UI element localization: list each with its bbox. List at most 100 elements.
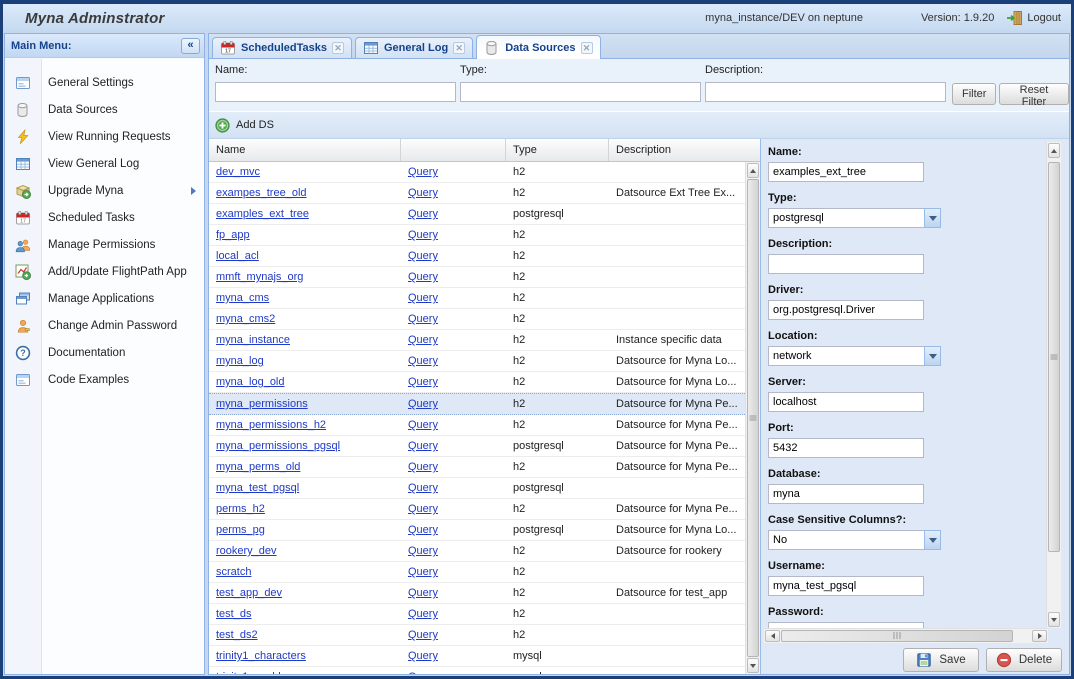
chevron-down-icon[interactable] bbox=[924, 208, 941, 228]
query-link[interactable]: Query bbox=[408, 566, 438, 578]
location-select[interactable] bbox=[768, 346, 941, 366]
datasource-name-link[interactable]: mmft_mynajs_org bbox=[216, 271, 303, 283]
table-row[interactable]: scratchQueryh2 bbox=[209, 562, 745, 583]
table-row[interactable]: fp_appQueryh2 bbox=[209, 225, 745, 246]
table-row[interactable]: myna_cms2Queryh2 bbox=[209, 309, 745, 330]
datasource-name-link[interactable]: perms_h2 bbox=[216, 503, 265, 515]
sidebar-item-code-examples[interactable]: Code Examples bbox=[5, 366, 204, 393]
query-link[interactable]: Query bbox=[408, 461, 438, 473]
query-link[interactable]: Query bbox=[408, 608, 438, 620]
table-row[interactable]: exampes_tree_oldQueryh2Datsource Ext Tre… bbox=[209, 183, 745, 204]
query-link[interactable]: Query bbox=[408, 376, 438, 388]
sidebar-item-view-general-log[interactable]: View General Log bbox=[5, 150, 204, 177]
sidebar-item-data-sources[interactable]: Data Sources bbox=[5, 96, 204, 123]
table-row[interactable]: myna_logQueryh2Datsource for Myna Lo... bbox=[209, 351, 745, 372]
datasource-name-link[interactable]: perms_pg bbox=[216, 524, 265, 536]
table-row[interactable]: myna_permissions_h2Queryh2Datsource for … bbox=[209, 415, 745, 436]
logout-button[interactable]: Logout bbox=[1027, 12, 1061, 24]
table-row[interactable]: perms_pgQuerypostgresqlDatsource for Myn… bbox=[209, 520, 745, 541]
scrollbar-thumb[interactable] bbox=[1048, 162, 1060, 552]
scroll-down-icon[interactable] bbox=[747, 658, 759, 673]
query-link[interactable]: Query bbox=[408, 166, 438, 178]
scrollbar-thumb[interactable] bbox=[747, 179, 759, 657]
datasource-name-link[interactable]: scratch bbox=[216, 566, 251, 578]
datasource-name-link[interactable]: examples_ext_tree bbox=[216, 208, 309, 220]
datasource-name-link[interactable]: local_acl bbox=[216, 250, 259, 262]
datasource-name-link[interactable]: myna_cms bbox=[216, 292, 269, 304]
datasource-name-link[interactable]: myna_permissions_h2 bbox=[216, 419, 326, 431]
save-button[interactable]: Save bbox=[903, 648, 979, 672]
query-link[interactable]: Query bbox=[408, 419, 438, 431]
delete-button[interactable]: Delete bbox=[986, 648, 1062, 672]
datasource-name-link[interactable]: myna_permissions_pgsql bbox=[216, 440, 340, 452]
query-link[interactable]: Query bbox=[408, 398, 438, 410]
name-field[interactable] bbox=[768, 162, 924, 182]
query-link[interactable]: Query bbox=[408, 524, 438, 536]
form-horizontal-scrollbar[interactable] bbox=[764, 628, 1048, 643]
table-row[interactable]: myna_cmsQueryh2 bbox=[209, 288, 745, 309]
datasource-name-link[interactable]: exampes_tree_old bbox=[216, 187, 307, 199]
username-field[interactable] bbox=[768, 576, 924, 596]
table-row[interactable]: myna_log_oldQueryh2Datsource for Myna Lo… bbox=[209, 372, 745, 393]
query-link[interactable]: Query bbox=[408, 271, 438, 283]
column-header-query[interactable] bbox=[401, 139, 506, 161]
grid-vertical-scrollbar[interactable] bbox=[745, 162, 760, 674]
table-row[interactable]: myna_instanceQueryh2Instance specific da… bbox=[209, 330, 745, 351]
database-field[interactable] bbox=[768, 484, 924, 504]
query-link[interactable]: Query bbox=[408, 334, 438, 346]
sidebar-item-change-admin-password[interactable]: Change Admin Password bbox=[5, 312, 204, 339]
close-icon[interactable]: ✕ bbox=[332, 42, 344, 54]
tab-scheduledtasks[interactable]: 17ScheduledTasks✕ bbox=[212, 37, 352, 58]
datasource-name-link[interactable]: trinity1_world bbox=[216, 671, 281, 674]
sidebar-item-documentation[interactable]: ?Documentation bbox=[5, 339, 204, 366]
type-select[interactable] bbox=[768, 208, 941, 228]
sidebar-item-manage-permissions[interactable]: Manage Permissions bbox=[5, 231, 204, 258]
table-row[interactable]: myna_permissions_pgsqlQuerypostgresqlDat… bbox=[209, 436, 745, 457]
sidebar-item-general-settings[interactable]: General Settings bbox=[5, 69, 204, 96]
query-link[interactable]: Query bbox=[408, 629, 438, 641]
column-header-description[interactable]: Description bbox=[609, 139, 760, 161]
datasource-name-link[interactable]: myna_perms_old bbox=[216, 461, 300, 473]
datasource-name-link[interactable]: test_app_dev bbox=[216, 587, 282, 599]
filter-type-input[interactable] bbox=[460, 82, 701, 102]
datasource-name-link[interactable]: test_ds bbox=[216, 608, 251, 620]
column-header-name[interactable]: Name bbox=[209, 139, 401, 161]
filter-button[interactable]: Filter bbox=[952, 83, 996, 105]
query-link[interactable]: Query bbox=[408, 208, 438, 220]
table-row[interactable]: test_dsQueryh2 bbox=[209, 604, 745, 625]
driver-field[interactable] bbox=[768, 300, 924, 320]
query-link[interactable]: Query bbox=[408, 440, 438, 452]
table-row[interactable]: myna_test_pgsqlQuerypostgresql bbox=[209, 478, 745, 499]
collapse-sidebar-button[interactable]: « bbox=[181, 38, 200, 54]
chevron-down-icon[interactable] bbox=[924, 530, 941, 550]
query-link[interactable]: Query bbox=[408, 229, 438, 241]
close-icon[interactable]: ✕ bbox=[453, 42, 465, 54]
query-link[interactable]: Query bbox=[408, 292, 438, 304]
table-row[interactable]: trinity1_worldQuerymysql bbox=[209, 667, 745, 674]
scroll-left-icon[interactable] bbox=[765, 630, 780, 642]
close-icon[interactable]: ✕ bbox=[581, 42, 593, 54]
query-link[interactable]: Query bbox=[408, 545, 438, 557]
filter-name-input[interactable] bbox=[215, 82, 456, 102]
datasource-name-link[interactable]: myna_instance bbox=[216, 334, 290, 346]
datasource-name-link[interactable]: rookery_dev bbox=[216, 545, 277, 557]
datasource-name-link[interactable]: myna_cms2 bbox=[216, 313, 275, 325]
chevron-down-icon[interactable] bbox=[924, 346, 941, 366]
query-link[interactable]: Query bbox=[408, 671, 438, 674]
reset-filter-button[interactable]: Reset Filter bbox=[999, 83, 1069, 105]
table-row[interactable]: examples_ext_treeQuerypostgresql bbox=[209, 204, 745, 225]
datasource-name-link[interactable]: fp_app bbox=[216, 229, 250, 241]
datasource-name-link[interactable]: dev_mvc bbox=[216, 166, 260, 178]
sidebar-item-upgrade-myna[interactable]: Upgrade Myna bbox=[5, 177, 204, 204]
query-link[interactable]: Query bbox=[408, 355, 438, 367]
add-ds-button[interactable]: Add DS bbox=[215, 118, 274, 133]
query-link[interactable]: Query bbox=[408, 313, 438, 325]
datasource-name-link[interactable]: myna_log bbox=[216, 355, 264, 367]
table-row[interactable]: perms_h2Queryh2Datsource for Myna Pe... bbox=[209, 499, 745, 520]
table-row[interactable]: mmft_mynajs_orgQueryh2 bbox=[209, 267, 745, 288]
query-link[interactable]: Query bbox=[408, 587, 438, 599]
query-link[interactable]: Query bbox=[408, 482, 438, 494]
datasource-name-link[interactable]: trinity1_characters bbox=[216, 650, 306, 662]
query-link[interactable]: Query bbox=[408, 250, 438, 262]
sidebar-item-scheduled-tasks[interactable]: 17Scheduled Tasks bbox=[5, 204, 204, 231]
